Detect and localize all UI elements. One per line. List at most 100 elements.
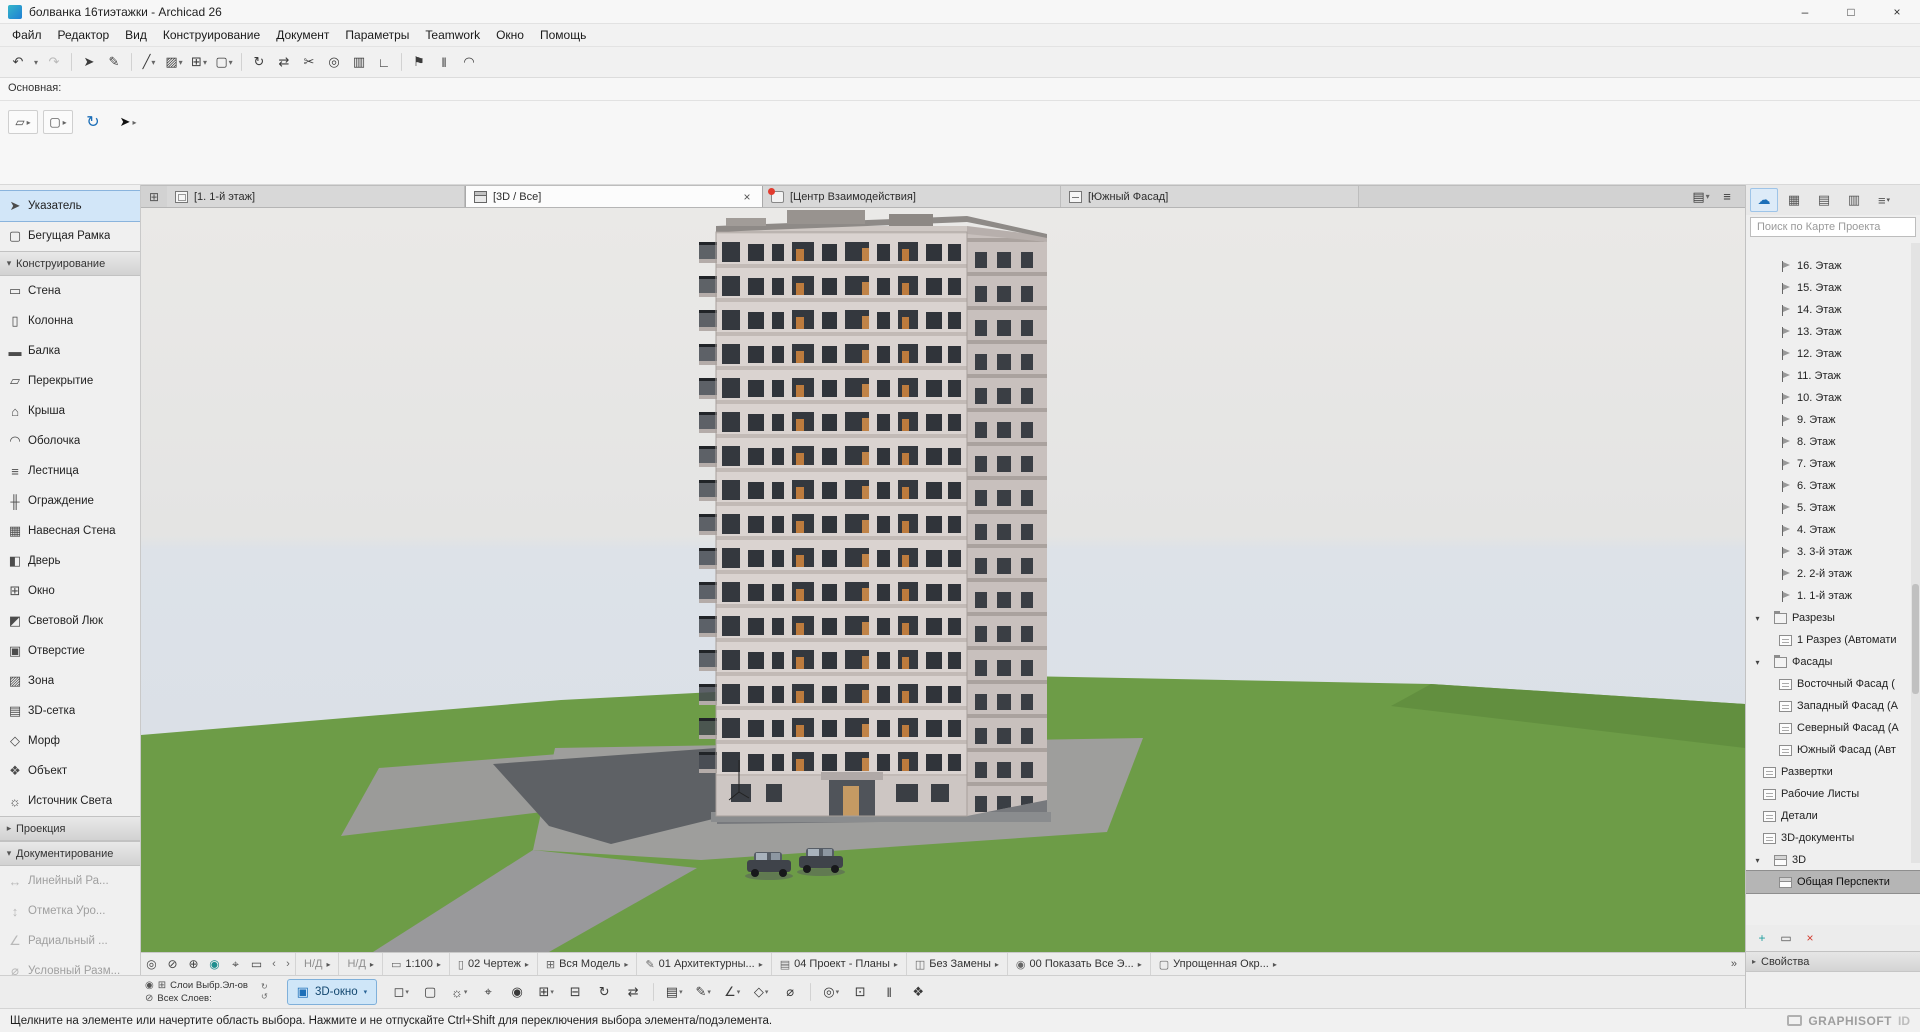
toolbox-item[interactable]: ▤ 3D-сетка [0, 696, 140, 726]
3d-window-button[interactable]: ▣ 3D-окно ▾ [287, 979, 378, 1005]
eye-icon[interactable]: ◉ [145, 980, 154, 991]
tabbar-button[interactable]: ▤ ▾ [1689, 187, 1713, 207]
toolbar-button[interactable] [401, 53, 402, 71]
bottom-toolbar-button[interactable]: ◎ ▾ [818, 979, 844, 1005]
navigator-header-button[interactable]: ▤ [1810, 188, 1838, 212]
toolbox-item[interactable]: ▱ Перекрытие [0, 366, 140, 396]
view-nav-icon[interactable]: ▭ [246, 954, 267, 974]
toolbar-button[interactable]: ‖ [432, 50, 456, 74]
navigator-item[interactable]: 12. Этаж [1746, 343, 1920, 365]
quick-option[interactable]: ▯ 02 Чертеж ▸ [449, 953, 537, 975]
quick-option[interactable]: ◉ 00 Показать Все Э... ▸ [1007, 953, 1150, 975]
toolbox-item[interactable]: ▾ Конструирование [0, 251, 140, 276]
quick-option[interactable]: Н/Д ▸ [295, 953, 338, 975]
navigator-item[interactable]: 3. 3-й этаж [1746, 541, 1920, 563]
maximize-button[interactable]: □ [1828, 0, 1874, 23]
navigator-item[interactable]: 6. Этаж [1746, 475, 1920, 497]
bottom-toolbar-button[interactable]: ▤ ▾ [661, 979, 687, 1005]
navigator-action-button[interactable]: × [1800, 929, 1820, 947]
bottom-toolbar-button[interactable]: ⊡ [847, 979, 873, 1005]
view-tab[interactable]: [1. 1-й этаж] [167, 186, 465, 207]
toolbox-item[interactable]: ◠ Оболочка [0, 426, 140, 456]
navigator-item[interactable]: Северный Фасад (А [1746, 717, 1920, 739]
view-tab[interactable]: [Центр Взаимодействия] [763, 186, 1061, 207]
navigator-item[interactable]: 7. Этаж [1746, 453, 1920, 475]
navigator-item[interactable]: 14. Этаж [1746, 299, 1920, 321]
navigator-item[interactable]: 3D-документы [1746, 827, 1920, 849]
toolbox-item[interactable]: ➤ Указатель [0, 191, 140, 221]
toolbox-item[interactable]: ⌀ Условный Разм... [0, 956, 140, 975]
bottom-toolbar-button[interactable]: ◉ [504, 979, 530, 1005]
navigator-item[interactable]: 9. Этаж [1746, 409, 1920, 431]
toolbox-item[interactable]: ╫ Ограждение [0, 486, 140, 516]
navigator-item[interactable]: 13. Этаж [1746, 321, 1920, 343]
menu-item[interactable]: Teamwork [417, 24, 488, 46]
toolbox-item[interactable]: ▾ Документирование [0, 841, 140, 866]
layer-cycle-icons[interactable]: ↻ ↺ [261, 982, 268, 1002]
menu-item[interactable]: Вид [117, 24, 155, 46]
view-tab[interactable]: [3D / Все] × [465, 186, 763, 207]
quick-option[interactable]: ▤ 04 Проект - Планы ▸ [771, 953, 906, 975]
menu-item[interactable]: Документ [268, 24, 337, 46]
toolbox-item[interactable]: ▭ Стена [0, 276, 140, 306]
toolbox-item[interactable]: ▣ Отверстие [0, 636, 140, 666]
view-nav-icon[interactable]: ⌖ [225, 954, 246, 974]
navigator-item[interactable]: 5. Этаж [1746, 497, 1920, 519]
overflow-chevron-icon[interactable]: » [1723, 958, 1745, 970]
toolbox-item[interactable]: ▸ Проекция [0, 816, 140, 841]
info-box-widget[interactable]: ▢ ▸ [43, 110, 73, 134]
bottom-toolbar-button[interactable]: ⌖ [475, 979, 501, 1005]
bottom-toolbar-button[interactable]: ⌀ [777, 979, 803, 1005]
toolbox-item[interactable]: ∠ Радиальный ... [0, 926, 140, 956]
bottom-toolbar-button[interactable]: ∠ ▾ [719, 979, 745, 1005]
scrollbar-thumb[interactable] [1912, 584, 1919, 694]
navigator-header-button[interactable]: ☁ [1750, 188, 1778, 212]
toolbox-item[interactable]: ☼ Источник Света [0, 786, 140, 816]
pane-switcher-icon[interactable]: ⊞ [141, 186, 167, 207]
toolbox-item[interactable]: ≡ Лестница [0, 456, 140, 486]
quick-option[interactable]: ✎ 01 Архитектурны... ▸ [636, 953, 770, 975]
redo-cycle-icon[interactable]: ↻ [261, 982, 268, 992]
bottom-toolbar-button[interactable]: ◇ ▾ [748, 979, 774, 1005]
navigator-item[interactable]: ▾ Фасады [1746, 651, 1920, 673]
toolbar-button[interactable]: ⇄ [272, 50, 296, 74]
menu-item[interactable]: Файл [4, 24, 50, 46]
navigator-item[interactable]: Рабочие Листы [1746, 783, 1920, 805]
navigator-item[interactable]: 2. 2-й этаж [1746, 563, 1920, 585]
view-nav-icon[interactable]: ◉ [204, 954, 225, 974]
expand-arrow-icon[interactable]: ▾ [1752, 614, 1763, 623]
menu-item[interactable]: Редактор [50, 24, 118, 46]
toolbar-button[interactable]: ▢ ▾ [212, 50, 236, 74]
navigator-item[interactable]: 16. Этаж [1746, 255, 1920, 277]
navigator-header-button[interactable]: ▥ [1840, 188, 1868, 212]
navigator-item[interactable]: 11. Этаж [1746, 365, 1920, 387]
bottom-toolbar-button[interactable]: ⊟ [562, 979, 588, 1005]
toolbar-button[interactable]: ✂ [297, 50, 321, 74]
menu-item[interactable]: Окно [488, 24, 532, 46]
bottom-toolbar-button[interactable]: ⊞ ▾ [533, 979, 559, 1005]
bottom-toolbar-button[interactable]: ‖ [876, 979, 902, 1005]
quick-option[interactable]: ▭ 1:100 ▸ [382, 953, 449, 975]
properties-panel-header[interactable]: ▸ Свойства [1746, 951, 1920, 972]
toolbox-item[interactable]: ⌂ Крыша [0, 396, 140, 426]
tabbar-button[interactable]: ≡ [1715, 187, 1739, 207]
expand-arrow-icon[interactable]: ▾ [1752, 658, 1763, 667]
toolbar-button[interactable]: ▾ [31, 50, 41, 74]
navigator-item[interactable]: ▾ 3D [1746, 849, 1920, 871]
navigator-item[interactable]: Восточный Фасад ( [1746, 673, 1920, 695]
toolbar-button[interactable]: ◎ [322, 50, 346, 74]
toolbar-button[interactable]: ↶ [6, 50, 30, 74]
navigator-header-button[interactable]: ▦ [1780, 188, 1808, 212]
toolbar-button[interactable]: ╱ ▾ [137, 50, 161, 74]
navigator-scrollbar[interactable] [1911, 243, 1920, 863]
view-nav-icon[interactable]: ◎ [141, 954, 162, 974]
menu-item[interactable]: Помощь [532, 24, 594, 46]
toolbar-button[interactable]: ✎ [102, 50, 126, 74]
bottom-toolbar-button[interactable] [653, 983, 654, 1001]
quick-option[interactable]: Н/Д ▸ [338, 953, 381, 975]
toolbar-button[interactable]: ↻ [247, 50, 271, 74]
info-box-widget[interactable]: ↻ [78, 110, 108, 134]
undo-cycle-icon[interactable]: ↺ [261, 992, 268, 1002]
toolbar-button[interactable]: ▥ [347, 50, 371, 74]
navigator-action-button[interactable]: + [1752, 929, 1772, 947]
